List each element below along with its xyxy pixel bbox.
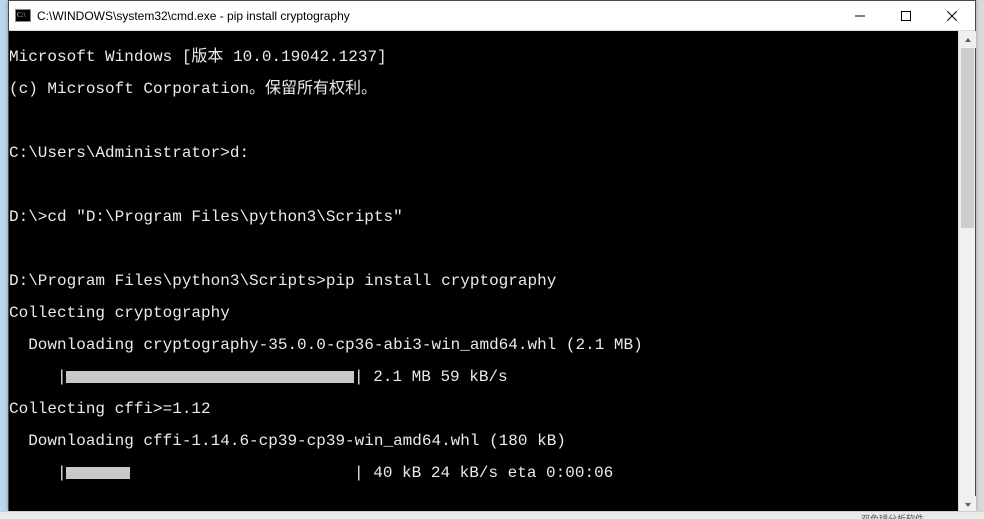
close-button[interactable] <box>929 1 975 30</box>
minimize-button[interactable] <box>837 1 883 30</box>
progress-bar-2 <box>66 466 354 480</box>
cmd-icon: C:\ <box>9 1 37 31</box>
terminal-line: D:\>cd "D:\Program Files\python3\Scripts… <box>9 209 958 225</box>
terminal-line: Downloading cffi-1.14.6-cp39-cp39-win_am… <box>9 433 958 449</box>
progress-prefix <box>9 368 57 386</box>
terminal-line <box>9 241 958 257</box>
terminal-line: (c) Microsoft Corporation。保留所有权利。 <box>9 81 958 97</box>
progress-line-1: || 2.1 MB 59 kB/s <box>9 369 958 385</box>
window-title: C:\WINDOWS\system32\cmd.exe - pip instal… <box>37 9 837 23</box>
progress-suffix: 2.1 MB 59 kB/s <box>364 368 508 386</box>
scroll-up-button[interactable] <box>959 31 976 48</box>
client-area: Microsoft Windows [版本 10.0.19042.1237] (… <box>9 31 975 513</box>
progress-prefix <box>9 464 57 482</box>
terminal-line: Collecting cffi>=1.12 <box>9 401 958 417</box>
cmd-window: C:\ C:\WINDOWS\system32\cmd.exe - pip in… <box>8 0 976 511</box>
terminal-line: Downloading cryptography-35.0.0-cp36-abi… <box>9 337 958 353</box>
progress-line-2: || 40 kB 24 kB/s eta 0:00:06 <box>9 465 958 481</box>
desktop-taskbar-hint: 双色球分析软件 <box>0 511 984 519</box>
progress-bar-1 <box>66 370 354 384</box>
terminal-line <box>9 177 958 193</box>
terminal-line: Microsoft Windows [版本 10.0.19042.1237] <box>9 49 958 65</box>
terminal-line: D:\Program Files\python3\Scripts>pip ins… <box>9 273 958 289</box>
terminal-line: Collecting cryptography <box>9 305 958 321</box>
svg-text:C:\: C:\ <box>17 11 26 19</box>
vertical-scrollbar[interactable] <box>958 31 975 513</box>
maximize-button[interactable] <box>883 1 929 30</box>
progress-suffix: 40 kB 24 kB/s eta 0:00:06 <box>364 464 614 482</box>
titlebar[interactable]: C:\ C:\WINDOWS\system32\cmd.exe - pip in… <box>9 1 975 31</box>
terminal-line <box>9 113 958 129</box>
window-controls <box>837 1 975 30</box>
terminal-line: C:\Users\Administrator>d: <box>9 145 958 161</box>
terminal-output[interactable]: Microsoft Windows [版本 10.0.19042.1237] (… <box>9 31 958 513</box>
scroll-thumb[interactable] <box>961 48 974 228</box>
taskbar-item-label: 双色球分析软件 <box>861 512 924 519</box>
